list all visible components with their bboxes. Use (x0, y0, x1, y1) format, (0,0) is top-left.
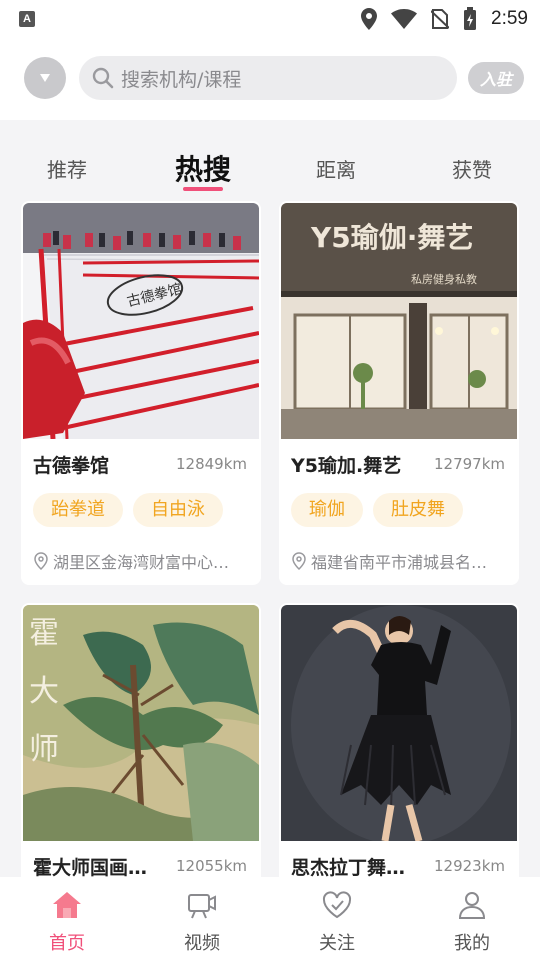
search-icon (92, 67, 114, 89)
location-pin-icon (292, 552, 306, 570)
venue-card[interactable]: Y5瑜伽·舞艺 私房健身私教 Y5瑜加.舞艺 12797km 瑜伽 肚皮舞 福建… (279, 201, 519, 585)
category-tag[interactable]: 瑜伽 (291, 493, 363, 527)
venue-distance: 12055km (175, 857, 247, 875)
status-time: 2:59 (491, 8, 528, 29)
venue-distance: 12923km (433, 857, 505, 875)
venue-name: 思杰拉丁舞… (291, 857, 406, 879)
venue-photo-chinese-painting: 霍 大 师 (23, 605, 259, 841)
store-sign-subtext: 私房健身私教 (411, 272, 477, 286)
category-tag[interactable]: 跆拳道 (33, 493, 123, 527)
tab-hot-search[interactable]: 热搜 (165, 145, 241, 195)
join-button[interactable]: 入驻 (468, 62, 524, 94)
search-placeholder: 搜索机构/课程 (121, 68, 242, 91)
nav-label: 首页 (49, 933, 85, 954)
location-pin-icon (34, 552, 48, 570)
venue-tags: 瑜伽 肚皮舞 (291, 493, 463, 527)
top-header: 搜索机构/课程 入驻 (0, 38, 540, 120)
category-tag[interactable]: 肚皮舞 (373, 493, 463, 527)
venue-address: 福建省南平市浦城县名… (291, 549, 487, 573)
venue-card[interactable]: 霍 大 师 霍大师国画… 12055km (21, 603, 261, 903)
category-tabs: 推荐 热搜 距离 获赞 (0, 145, 540, 195)
address-text: 福建省南平市浦城县名… (311, 553, 488, 572)
home-icon (53, 892, 81, 918)
tab-distance[interactable]: 距离 (306, 145, 366, 195)
tab-label: 推荐 (47, 158, 87, 182)
heart-icon (322, 891, 352, 919)
tab-label: 热搜 (174, 153, 231, 186)
nav-label: 我的 (454, 933, 490, 954)
location-dropdown-button[interactable] (24, 57, 66, 99)
category-tag[interactable]: 自由泳 (133, 493, 223, 527)
venue-name: 霍大师国画… (33, 857, 148, 879)
venue-distance: 12849km (175, 455, 247, 473)
tab-label: 距离 (316, 158, 356, 182)
venue-card[interactable]: 古德拳馆 古德拳馆 12849km 跆拳道 自由泳 湖里区金海湾财富中心… (21, 201, 261, 585)
nav-label: 关注 (319, 933, 355, 954)
nav-follow[interactable]: 关注 (297, 877, 377, 960)
tab-recommend[interactable]: 推荐 (37, 145, 97, 195)
nav-video[interactable]: 视频 (162, 877, 242, 960)
search-input[interactable]: 搜索机构/课程 (79, 56, 457, 100)
status-bar: A 2:59 (0, 0, 540, 38)
painting-title-char: 大 (29, 674, 59, 709)
painting-title-char: 师 (29, 732, 59, 767)
user-icon (458, 892, 486, 919)
nav-profile[interactable]: 我的 (432, 877, 512, 960)
notification-icon: A (19, 11, 35, 27)
painting-title-char: 霍 (29, 616, 59, 651)
venue-card[interactable]: 思杰拉丁舞… 12923km (279, 603, 519, 903)
active-tab-indicator (183, 187, 223, 191)
nav-home[interactable]: 首页 (27, 877, 107, 960)
nav-label: 视频 (184, 933, 220, 954)
venue-name: 古德拳馆 (33, 455, 110, 477)
tab-likes[interactable]: 获赞 (442, 145, 502, 195)
venue-photo-latin-dancer (281, 605, 517, 841)
video-icon (188, 894, 216, 919)
caret-down-icon (40, 74, 50, 82)
no-sim-icon (431, 9, 450, 29)
location-icon (361, 8, 378, 30)
venue-distance: 12797km (433, 455, 505, 473)
tab-label: 获赞 (452, 158, 492, 182)
venue-photo-boxing-ring: 古德拳馆 (23, 203, 259, 439)
venue-tags: 跆拳道 自由泳 (33, 493, 223, 527)
address-text: 湖里区金海湾财富中心… (53, 553, 230, 572)
venue-photo-yoga-studio: Y5瑜伽·舞艺 私房健身私教 (281, 203, 517, 439)
store-sign-text: Y5瑜伽·舞艺 (310, 221, 473, 254)
venue-address: 湖里区金海湾财富中心… (33, 549, 229, 573)
bottom-nav: 首页 视频 关注 我的 (0, 877, 540, 960)
wifi-icon (391, 9, 418, 29)
venue-name: Y5瑜加.舞艺 (291, 455, 402, 477)
battery-icon (464, 7, 477, 30)
